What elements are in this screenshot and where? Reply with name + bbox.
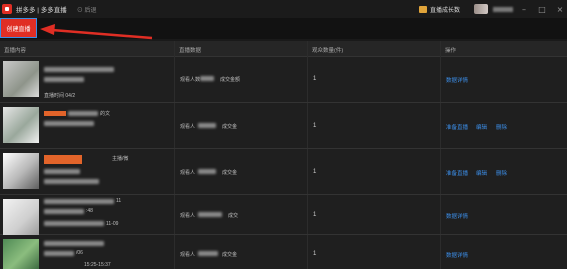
viewer-count: 1 bbox=[313, 123, 317, 129]
viewers-label: 观看人 bbox=[180, 252, 196, 258]
live-time: 11-09 bbox=[106, 221, 119, 227]
value-blurred bbox=[198, 251, 218, 256]
prepare-live-link[interactable]: 准备直播 bbox=[446, 169, 468, 177]
subtitle-blurred bbox=[44, 121, 94, 126]
subtitle-blurred bbox=[44, 169, 80, 174]
viewers-label: 观看人 bbox=[180, 170, 196, 176]
value-blurred bbox=[198, 169, 216, 174]
sales-label: 成交金 bbox=[222, 252, 238, 258]
table-row: 的文 观看人 成交金 1 准备直播 编辑 删除 bbox=[0, 103, 567, 149]
live-thumbnail[interactable] bbox=[3, 239, 39, 269]
table-row: 主播/微 观看人 成交金 1 准备直播 编辑 删除 bbox=[0, 149, 567, 195]
create-live-button[interactable]: 创建直播 bbox=[0, 18, 37, 38]
back-button[interactable]: ⊙ 后退 bbox=[77, 5, 97, 14]
value-blurred bbox=[198, 212, 222, 217]
title-fragment: 11 bbox=[116, 198, 122, 204]
data-detail-link[interactable]: 数据详情 bbox=[446, 251, 468, 259]
edit-link[interactable]: 编辑 bbox=[476, 169, 487, 177]
column-header: 操作 bbox=[445, 48, 457, 54]
title-fragment: 主播/微 bbox=[112, 156, 129, 162]
time-fragment: :48 bbox=[86, 208, 93, 214]
column-header: 直播数据 bbox=[179, 48, 202, 54]
viewer-count: 1 bbox=[313, 212, 317, 218]
time-fragment: /06 bbox=[76, 250, 83, 256]
table-header: 直播内容 直播数据 观众数量(件) 操作 bbox=[0, 41, 567, 57]
minimize-icon[interactable]: – bbox=[517, 5, 531, 14]
tag-blurred bbox=[44, 111, 66, 116]
pinduoduo-logo-icon bbox=[2, 4, 12, 14]
viewer-count: 1 bbox=[313, 76, 317, 82]
title-fragment: 的文 bbox=[100, 111, 111, 117]
sales-label: 成交金 bbox=[222, 124, 238, 130]
live-time: 直播时间 04/2 bbox=[44, 93, 76, 99]
data-detail-link[interactable]: 数据详情 bbox=[446, 76, 468, 84]
growth-label[interactable]: 直播成长数 bbox=[430, 5, 460, 14]
column-header: 观众数量(件) bbox=[312, 48, 344, 54]
subtitle-blurred bbox=[44, 77, 84, 82]
edit-link[interactable]: 编辑 bbox=[476, 123, 487, 131]
delete-link[interactable]: 删除 bbox=[496, 169, 507, 177]
time-blurred bbox=[44, 179, 99, 184]
maximize-icon[interactable]: □ bbox=[535, 5, 549, 14]
subtitle-blurred bbox=[44, 251, 74, 256]
viewers-label: 观看人 bbox=[180, 124, 196, 130]
time-blurred bbox=[44, 221, 104, 226]
table-row: /06 15:25-15:37 观看人 成交金 1 数据详情 bbox=[0, 235, 567, 269]
live-list-table: 直播内容 直播数据 观众数量(件) 操作 直播时间 04/2 观看人数 成交金额… bbox=[0, 41, 567, 269]
delete-link[interactable]: 删除 bbox=[496, 123, 507, 131]
viewer-count: 1 bbox=[313, 251, 317, 257]
avatar[interactable] bbox=[474, 4, 488, 14]
live-thumbnail[interactable] bbox=[3, 107, 39, 143]
live-thumbnail[interactable] bbox=[3, 153, 39, 189]
sales-label: 成交金 bbox=[222, 170, 238, 176]
value-blurred bbox=[198, 123, 216, 128]
title-bar: 拼多多 | 多多直播 ⊙ 后退 直播成长数 – □ × bbox=[0, 0, 567, 18]
live-thumbnail[interactable] bbox=[3, 199, 39, 235]
viewers-label: 观看人 bbox=[180, 213, 196, 219]
title-blurred bbox=[44, 199, 114, 204]
prepare-live-link[interactable]: 准备直播 bbox=[446, 123, 468, 131]
app-title: 拼多多 | 多多直播 bbox=[16, 7, 67, 14]
data-detail-link[interactable]: 数据详情 bbox=[446, 212, 468, 220]
toolbar bbox=[0, 18, 567, 39]
growth-icon[interactable] bbox=[418, 5, 427, 13]
title-blurred bbox=[44, 67, 114, 72]
close-icon[interactable]: × bbox=[553, 5, 567, 14]
username-blurred bbox=[493, 6, 513, 12]
subtitle-blurred bbox=[44, 209, 84, 214]
table-row: 直播时间 04/2 观看人数 成交金额 1 数据详情 bbox=[0, 57, 567, 103]
viewer-count: 1 bbox=[313, 169, 317, 175]
sales-label: 成交金额 bbox=[220, 77, 241, 83]
value-blurred bbox=[200, 76, 214, 81]
viewers-label: 观看人数 bbox=[180, 77, 201, 83]
column-header: 直播内容 bbox=[4, 48, 27, 54]
tag-blurred bbox=[44, 155, 82, 164]
live-thumbnail[interactable] bbox=[3, 61, 39, 97]
title-blurred bbox=[68, 111, 98, 116]
title-blurred bbox=[44, 241, 104, 246]
live-time: 15:25-15:37 bbox=[84, 262, 111, 268]
table-row: 11 :48 11-09 观看人 成交 1 数据详情 bbox=[0, 195, 567, 235]
sales-label: 成交 bbox=[228, 213, 239, 219]
